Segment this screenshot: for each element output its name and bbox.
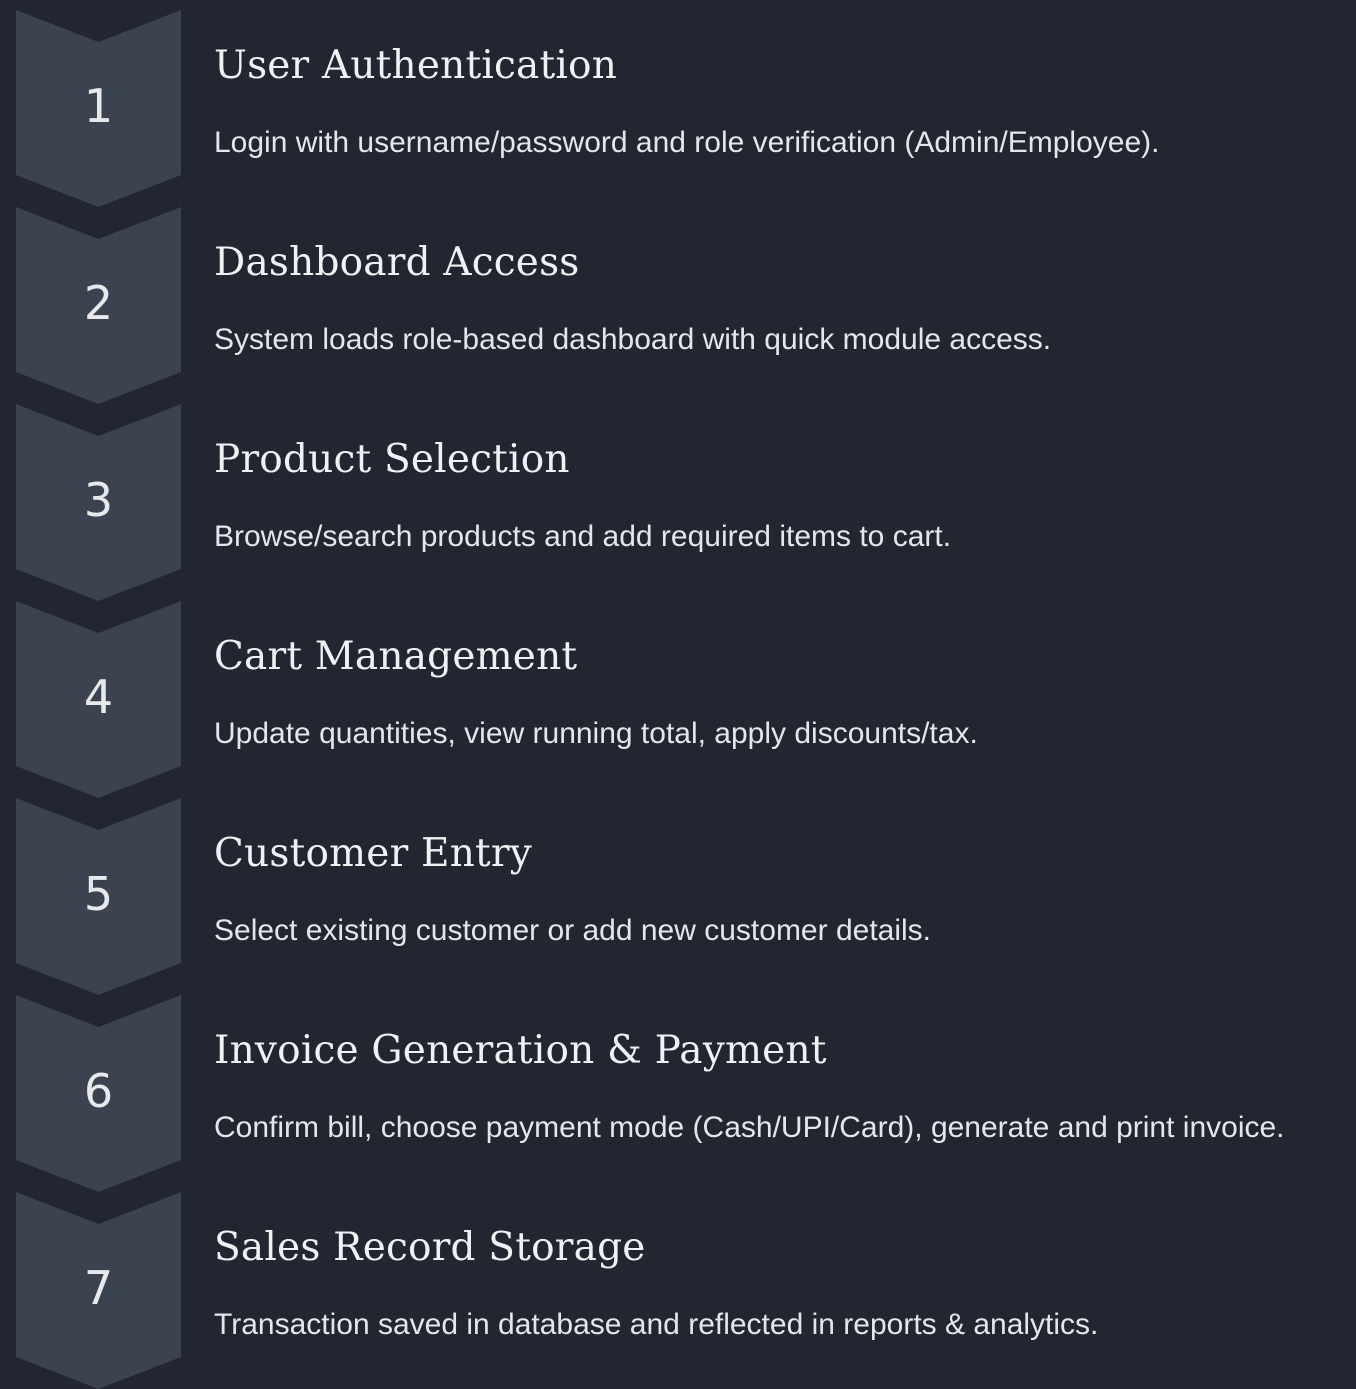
step-description: Confirm bill, choose payment mode (Cash/… bbox=[214, 1111, 1285, 1144]
step-description: Login with username/password and role ve… bbox=[214, 126, 1160, 159]
step-number: 4 bbox=[83, 670, 114, 724]
step-title: Dashboard Access bbox=[214, 240, 580, 285]
step-number: 7 bbox=[83, 1261, 114, 1315]
step-number: 3 bbox=[83, 473, 114, 527]
step-4: 4 Cart Management Update quantities, vie… bbox=[0, 591, 1356, 798]
step-description: Transaction saved in database and reflec… bbox=[214, 1308, 1099, 1341]
step-title: User Authentication bbox=[214, 43, 618, 88]
step-title: Sales Record Storage bbox=[214, 1225, 646, 1270]
step-number: 2 bbox=[83, 276, 114, 330]
step-description: Select existing customer or add new cust… bbox=[214, 914, 931, 947]
step-6: 6 Invoice Generation & Payment Confirm b… bbox=[0, 985, 1356, 1192]
step-number: 6 bbox=[83, 1064, 114, 1118]
step-title: Invoice Generation & Payment bbox=[214, 1028, 827, 1073]
step-title: Cart Management bbox=[214, 634, 578, 679]
step-title: Customer Entry bbox=[214, 831, 532, 876]
step-5: 5 Customer Entry Select existing custome… bbox=[0, 788, 1356, 995]
step-number: 5 bbox=[83, 867, 114, 921]
step-description: System loads role-based dashboard with q… bbox=[214, 323, 1052, 356]
step-3: 3 Product Selection Browse/search produc… bbox=[0, 394, 1356, 601]
process-steps-list: 1 User Authentication Login with usernam… bbox=[0, 0, 1356, 1389]
step-1: 1 User Authentication Login with usernam… bbox=[0, 0, 1356, 207]
step-7: 7 Sales Record Storage Transaction saved… bbox=[0, 1182, 1356, 1389]
step-2: 2 Dashboard Access System loads role-bas… bbox=[0, 197, 1356, 404]
step-title: Product Selection bbox=[214, 437, 570, 482]
step-number: 1 bbox=[83, 79, 114, 133]
step-description: Browse/search products and add required … bbox=[214, 520, 952, 553]
step-description: Update quantities, view running total, a… bbox=[214, 717, 978, 750]
